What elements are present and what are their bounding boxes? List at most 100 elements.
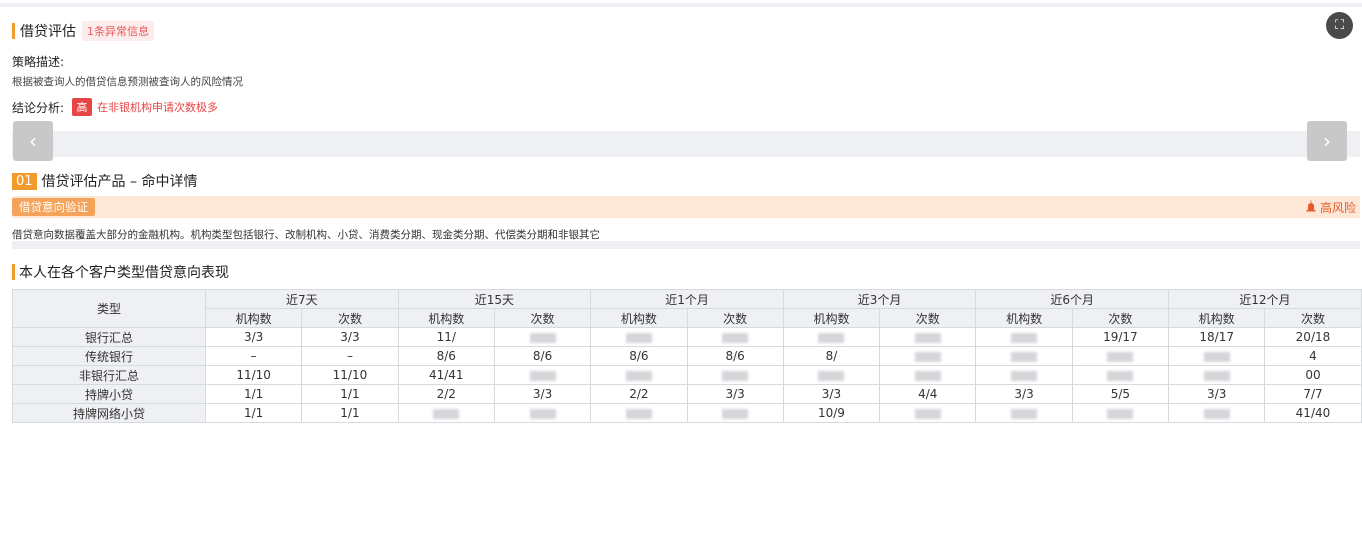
- table-cell: 8/6: [397, 346, 495, 366]
- period-header: 近1个月: [590, 289, 784, 309]
- institution-count-header: 机构数: [1168, 308, 1266, 328]
- redacted-value: [722, 332, 749, 343]
- product-hit-header: 01 借贷评估产品 – 命中详情: [12, 171, 197, 191]
- table-cell: [975, 346, 1073, 366]
- type-header: 类型: [12, 289, 206, 328]
- table-cell: [1168, 403, 1266, 423]
- redacted-value: [1011, 408, 1038, 419]
- redacted-value: [1011, 370, 1038, 381]
- table-cell: –: [301, 346, 399, 366]
- table-cell: 2/2: [590, 384, 688, 404]
- times-header: 次数: [686, 308, 784, 328]
- table-cell: [975, 365, 1073, 385]
- redacted-value: [1203, 370, 1230, 381]
- prev-button[interactable]: ‹: [13, 121, 53, 161]
- redacted-value: [625, 370, 652, 381]
- redacted-value: [722, 370, 749, 381]
- table-cell: 3/3: [493, 384, 592, 404]
- table-cell: 1/1: [204, 403, 303, 423]
- top-strip: [0, 3, 1362, 7]
- strategy-label: 策略描述:: [12, 55, 65, 69]
- high-level-badge: 高: [72, 98, 93, 116]
- redacted-value: [818, 370, 845, 381]
- redacted-value: [914, 408, 941, 419]
- table-cell: –: [204, 346, 303, 366]
- table-cell: 3/3: [686, 384, 784, 404]
- institution-count-header: 机构数: [204, 308, 303, 328]
- table-row: 银行汇总 3/3 3/3 11/19/17 18/17 20/18: [12, 327, 1362, 347]
- table-cell: 19/17: [1071, 327, 1170, 347]
- conclusion-text: 在非银机构申请次数极多: [97, 101, 219, 114]
- table-cell: [782, 327, 881, 347]
- risk-label: 高风险: [1319, 201, 1356, 215]
- times-header: 次数: [879, 308, 977, 328]
- table-cell: 18/17: [1168, 327, 1266, 347]
- table-cell: 3/3: [204, 327, 303, 347]
- table-cell: [879, 365, 977, 385]
- loan-assessment-section: 借贷评估 1条异常信息 策略描述: 根据被查询人的借贷信息预测被查询人的风险情况…: [12, 18, 1352, 116]
- table-row: 持牌网络小贷 1/1 1/1 10/9 41/40: [12, 403, 1362, 423]
- table-cell: [590, 327, 688, 347]
- table-row: 传统银行 – –8/6 8/6 8/6 8/6 8/4: [12, 346, 1362, 366]
- table-cell: [590, 365, 688, 385]
- table-cell: 3/3: [1168, 384, 1266, 404]
- table-cell: [397, 403, 495, 423]
- section-number-badge: 01: [12, 172, 37, 190]
- period-header: 近6个月: [975, 289, 1170, 309]
- customer-type-header: 本人在各个客户类型借贷意向表现: [12, 262, 229, 282]
- table-cell: 11/: [397, 327, 495, 347]
- table-cell: [686, 403, 784, 423]
- table-cell: [1071, 346, 1170, 366]
- row-type-label: 银行汇总: [12, 327, 206, 347]
- table-cell: [493, 327, 592, 347]
- screenshot-icon[interactable]: ⛶: [1326, 12, 1353, 39]
- table-cell: 11/10: [301, 365, 399, 385]
- table-cell: [879, 327, 977, 347]
- table-cell: 3/3: [782, 384, 881, 404]
- institution-count-header: 机构数: [782, 308, 881, 328]
- table-cell: 3/3: [301, 327, 399, 347]
- table-row: 持牌小贷 1/1 1/1 2/2 3/3 2/2 3/3 3/3 4/4 3/3 5/5 3/3 7/7: [12, 384, 1362, 404]
- table-cell: 2/2: [397, 384, 495, 404]
- redacted-value: [529, 332, 556, 343]
- row-type-label: 非银行汇总: [12, 365, 206, 385]
- table-cell: [1168, 346, 1266, 366]
- table-cell: [975, 403, 1073, 423]
- redacted-value: [1011, 351, 1038, 362]
- table-cell: 7/7: [1264, 384, 1362, 404]
- institution-count-header: 机构数: [590, 308, 688, 328]
- table-cell: [493, 365, 592, 385]
- table-cell: 41/41: [397, 365, 495, 385]
- times-header: 次数: [1071, 308, 1170, 328]
- table-cell: [975, 327, 1073, 347]
- times-header: 次数: [493, 308, 592, 328]
- times-header: 次数: [301, 308, 399, 328]
- period-header: 近3个月: [782, 289, 977, 309]
- title-accent-bar: [12, 23, 15, 39]
- table-cell: [782, 365, 881, 385]
- table-cell: [590, 403, 688, 423]
- redacted-value: [914, 351, 941, 362]
- table-cell: [686, 327, 784, 347]
- loan-intent-description: 借贷意向数据覆盖大部分的金融机构。机构类型包括银行、改制机构、小贷、消费类分期、…: [12, 229, 600, 241]
- table-cell: 1/1: [301, 384, 399, 404]
- abnormal-info-tag[interactable]: 1条异常信息: [82, 21, 154, 41]
- redacted-value: [529, 370, 556, 381]
- conclusion-label: 结论分析:: [12, 100, 65, 115]
- table-cell: 4/4: [879, 384, 977, 404]
- table-cell: 1/1: [301, 403, 399, 423]
- redacted-value: [914, 332, 941, 343]
- period-header: 近12个月: [1168, 289, 1362, 309]
- carousel-bar: [12, 131, 1360, 157]
- table-cell: 20/18: [1264, 327, 1362, 347]
- section-divider: [12, 241, 1360, 249]
- table-row: 非银行汇总 11/10 11/10 41/41 00: [12, 365, 1362, 385]
- table-cell: [1168, 365, 1266, 385]
- table-cell: 5/5: [1071, 384, 1170, 404]
- table-cell: [1071, 403, 1170, 423]
- table-cell: 3/3: [975, 384, 1073, 404]
- redacted-value: [914, 370, 941, 381]
- redacted-value: [1107, 351, 1134, 362]
- row-type-label: 持牌小贷: [12, 384, 206, 404]
- next-button[interactable]: ›: [1307, 121, 1347, 161]
